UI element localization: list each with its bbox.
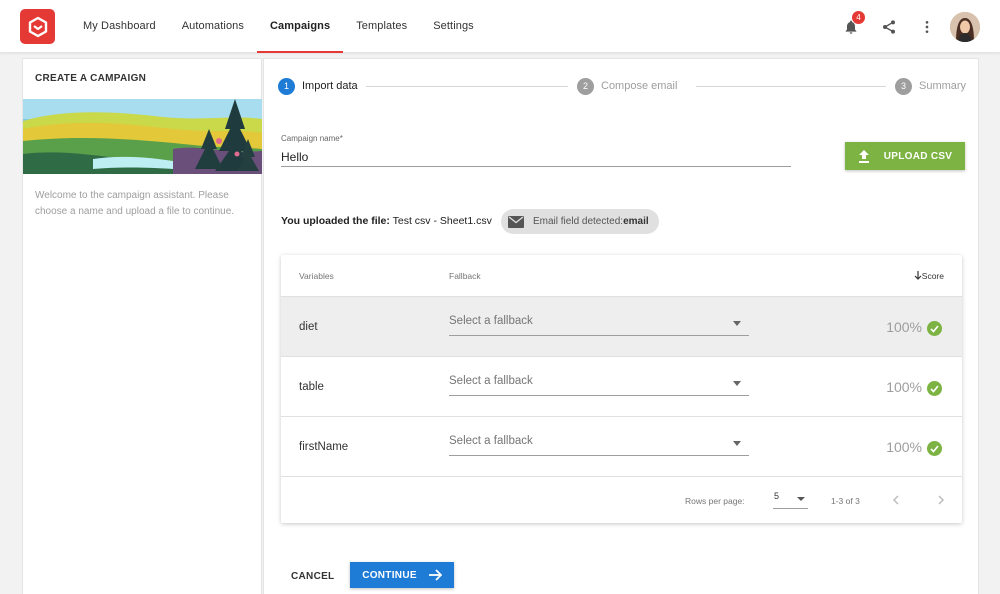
user-avatar[interactable] <box>950 12 980 42</box>
next-page-button[interactable] <box>931 490 951 510</box>
dropdown-caret-icon <box>733 381 741 386</box>
score-cell: 100% <box>886 317 942 336</box>
score-header-label: Score <box>921 271 944 281</box>
more-options-button[interactable] <box>912 12 942 42</box>
check-circle-icon <box>927 381 942 396</box>
table-header: Variables Fallback Score <box>281 255 962 297</box>
landscape-illustration <box>23 99 262 174</box>
continue-button[interactable]: CONTINUE <box>350 562 454 588</box>
fallback-placeholder: Select a fallback <box>449 375 533 387</box>
table-row: diet Select a fallback 100% <box>281 297 962 357</box>
rows-per-page-label: Rows per page: <box>685 496 745 506</box>
score-cell: 100% <box>886 437 942 456</box>
upload-csv-button[interactable]: UPLOAD CSV <box>845 142 965 170</box>
score-cell: 100% <box>886 377 942 396</box>
step-compose-email[interactable]: 2 Compose email <box>577 77 677 95</box>
upload-icon <box>858 149 869 163</box>
email-detected-chip: Email field detected: email <box>501 209 659 234</box>
notifications-button[interactable]: 4 <box>836 11 866 42</box>
step-number: 2 <box>577 77 594 95</box>
fallback-placeholder: Select a fallback <box>449 315 533 327</box>
step-connector <box>696 86 886 87</box>
rows-per-page-select[interactable]: 5 <box>773 491 808 509</box>
column-header-score[interactable]: Score <box>914 271 944 281</box>
table-row: table Select a fallback 100% <box>281 357 962 417</box>
campaign-name-label: Campaign name* <box>281 134 343 143</box>
variable-name: diet <box>299 321 318 333</box>
score-value: 100% <box>886 438 922 455</box>
top-navigation-bar: My Dashboard Automations Campaigns Templ… <box>0 0 1000 53</box>
nav-settings[interactable]: Settings <box>420 0 487 53</box>
uploaded-file-name: Test csv - Sheet1.csv <box>392 215 492 227</box>
check-circle-icon <box>927 321 942 336</box>
app-logo[interactable] <box>20 9 55 44</box>
fallback-select[interactable]: Select a fallback <box>449 375 749 396</box>
uploaded-file-prefix: You uploaded the file: <box>281 215 390 227</box>
chevron-right-icon <box>938 495 945 505</box>
stepper: 1 Import data 2 Compose email 3 Summary <box>278 77 966 97</box>
notification-count-badge: 4 <box>852 11 865 24</box>
step-number: 3 <box>895 77 912 95</box>
step-summary[interactable]: 3 Summary <box>895 77 966 95</box>
pagination-range: 1-3 of 3 <box>831 496 860 506</box>
campaign-assistant-panel: CREATE A CAMPAIGN Welcome to the campaig… <box>22 58 262 594</box>
previous-page-button[interactable] <box>886 490 906 510</box>
fallback-placeholder: Select a fallback <box>449 435 533 447</box>
share-button[interactable] <box>874 12 904 42</box>
share-icon <box>883 20 895 34</box>
column-header-variables: Variables <box>299 271 334 281</box>
check-circle-icon <box>927 441 942 456</box>
step-label: Compose email <box>601 80 678 92</box>
more-vert-icon <box>925 21 929 33</box>
variable-name: firstName <box>299 441 349 453</box>
dropdown-caret-icon <box>797 497 805 501</box>
column-header-fallback: Fallback <box>449 271 481 281</box>
continue-label: CONTINUE <box>362 569 417 581</box>
campaign-name-input[interactable] <box>281 147 791 167</box>
campaign-wizard: 1 Import data 2 Compose email 3 Summary … <box>263 58 979 594</box>
chevron-left-icon <box>892 495 899 505</box>
step-label: Summary <box>919 80 967 92</box>
arrow-right-icon <box>428 569 442 581</box>
fallback-select[interactable]: Select a fallback <box>449 315 749 336</box>
cancel-button[interactable]: CANCEL <box>281 564 344 588</box>
top-actions: 4 <box>828 11 980 42</box>
nav-automations[interactable]: Automations <box>169 0 257 53</box>
score-value: 100% <box>886 318 922 335</box>
nav-campaigns[interactable]: Campaigns <box>256 0 344 53</box>
mail-icon <box>507 213 525 231</box>
fallback-select[interactable]: Select a fallback <box>449 435 749 456</box>
variables-table: Variables Fallback Score diet Select a f… <box>281 255 962 523</box>
step-label: Import data <box>302 80 358 92</box>
score-value: 100% <box>886 378 922 395</box>
dropdown-caret-icon <box>733 441 741 446</box>
table-pagination: Rows per page: 5 1-3 of 3 <box>281 477 962 523</box>
avatar-image <box>950 12 980 42</box>
table-row: firstName Select a fallback 100% <box>281 417 962 477</box>
step-connector <box>366 86 568 87</box>
dropdown-caret-icon <box>733 321 741 326</box>
chip-prefix: Email field detected: <box>533 216 624 227</box>
step-number: 1 <box>278 77 295 95</box>
rows-per-page-value: 5 <box>774 491 780 501</box>
logo-icon <box>28 16 47 37</box>
panel-title: CREATE A CAMPAIGN <box>35 73 147 84</box>
nav-my-dashboard[interactable]: My Dashboard <box>70 0 169 53</box>
upload-csv-label: UPLOAD CSV <box>883 150 953 162</box>
arrow-down-icon <box>914 271 922 280</box>
nav-templates[interactable]: Templates <box>343 0 420 53</box>
main-nav: My Dashboard Automations Campaigns Templ… <box>70 0 487 53</box>
variable-name: table <box>299 381 324 393</box>
chip-field: email <box>623 216 649 227</box>
panel-description: Welcome to the campaign assistant. Pleas… <box>35 190 235 217</box>
step-import-data[interactable]: 1 Import data <box>278 77 358 95</box>
uploaded-file-info: You uploaded the file: Test csv - Sheet1… <box>281 215 492 227</box>
